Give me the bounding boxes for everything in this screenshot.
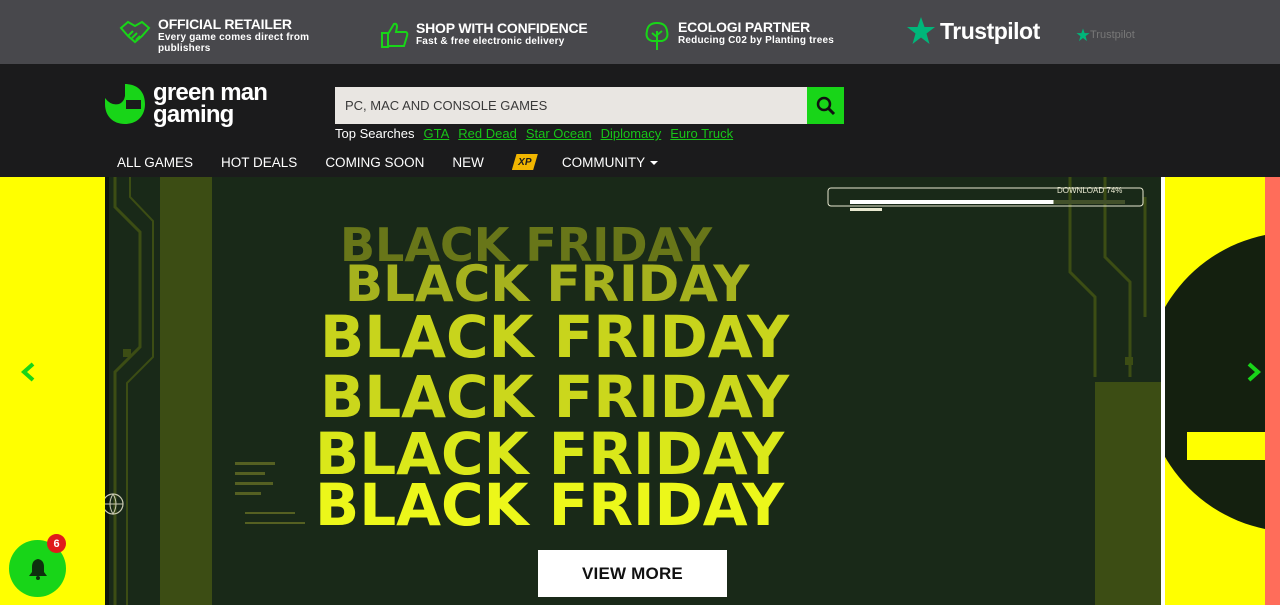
tree-icon bbox=[645, 21, 669, 50]
trustpilot-widget[interactable]: Trustpilot bbox=[1076, 28, 1135, 42]
top-info-bar: OFFICIAL RETAILER Every game comes direc… bbox=[0, 0, 1280, 64]
top-search-link-star-ocean[interactable]: Star Ocean bbox=[526, 126, 592, 141]
view-more-button[interactable]: VIEW MORE bbox=[538, 550, 727, 597]
top-search-link-euro-truck[interactable]: Euro Truck bbox=[670, 126, 733, 141]
trustpilot-logo[interactable]: Trustpilot bbox=[906, 16, 1040, 46]
hero-carousel: BLACK FRIDAY BLACK FRIDAY BLACK FRIDAY B… bbox=[0, 177, 1280, 605]
black-friday-artwork: BLACK FRIDAY BLACK FRIDAY BLACK FRIDAY B… bbox=[105, 177, 1161, 605]
feature-title: OFFICIAL RETAILER bbox=[158, 16, 292, 32]
main-nav: ALL GAMES HOT DEALS COMING SOON NEW XP C… bbox=[117, 154, 686, 170]
star-icon bbox=[907, 17, 935, 44]
headline-line: BLACK FRIDAY bbox=[315, 471, 785, 539]
search-button[interactable] bbox=[807, 87, 844, 124]
nav-coming-soon[interactable]: COMING SOON bbox=[325, 155, 424, 170]
search-input[interactable] bbox=[335, 87, 807, 124]
chevron-right-icon[interactable] bbox=[1242, 361, 1264, 383]
nav-hot-deals[interactable]: HOT DEALS bbox=[221, 155, 297, 170]
nav-all-games[interactable]: ALL GAMES bbox=[117, 155, 193, 170]
download-label: DOWNLOAD 74% bbox=[1057, 186, 1123, 195]
chevron-left-icon[interactable] bbox=[18, 361, 40, 383]
next-slide-artwork bbox=[1145, 232, 1280, 532]
notification-count-badge: 6 bbox=[47, 534, 66, 553]
headline-line: BLACK FRIDAY bbox=[320, 303, 790, 371]
top-searches-label: Top Searches bbox=[335, 126, 415, 141]
feature-official-retailer: OFFICIAL RETAILER Every game comes direc… bbox=[118, 16, 328, 54]
star-icon bbox=[1076, 28, 1090, 42]
trustpilot-small-label: Trustpilot bbox=[1090, 29, 1135, 41]
handshake-icon bbox=[119, 20, 151, 44]
feature-subtitle: Fast & free electronic delivery bbox=[416, 36, 565, 47]
feature-subtitle: Every game comes direct from publishers bbox=[158, 32, 310, 54]
download-progress-fill bbox=[850, 200, 1054, 204]
bell-icon bbox=[28, 558, 47, 580]
green-man-logo-icon bbox=[105, 84, 145, 124]
trustpilot-label: Trustpilot bbox=[940, 17, 1040, 44]
slide-edge bbox=[1265, 177, 1280, 605]
top-search-link-gta[interactable]: GTA bbox=[424, 126, 450, 141]
search-icon bbox=[816, 96, 835, 115]
thumbs-up-icon bbox=[381, 22, 409, 48]
top-searches: Top Searches GTA Red Dead Star Ocean Dip… bbox=[335, 126, 733, 141]
chevron-down-icon bbox=[650, 160, 659, 165]
nav-community[interactable]: COMMUNITY bbox=[561, 154, 659, 170]
feature-subtitle: Reducing C02 by Planting trees bbox=[678, 35, 835, 46]
feature-shop-confidence: SHOP WITH CONFIDENCE Fast & free electro… bbox=[380, 20, 588, 50]
hero-slide-black-friday[interactable]: BLACK FRIDAY BLACK FRIDAY BLACK FRIDAY B… bbox=[105, 177, 1161, 605]
feature-ecologi: ECOLOGI PARTNER Reducing C02 by Planting… bbox=[642, 19, 834, 51]
next-slide-preview[interactable] bbox=[1145, 177, 1280, 605]
site-logo[interactable]: green man gaming bbox=[103, 81, 268, 128]
top-search-link-red-dead[interactable]: Red Dead bbox=[458, 126, 517, 141]
search-bar bbox=[335, 87, 844, 124]
nav-xp-badge[interactable]: XP bbox=[511, 154, 538, 170]
nav-community-label: COMMUNITY bbox=[561, 154, 646, 170]
feature-title: ECOLOGI PARTNER bbox=[678, 19, 811, 35]
site-header: green man gaming Top Searches GTA Red De… bbox=[0, 64, 1280, 177]
nav-new[interactable]: NEW bbox=[452, 155, 484, 170]
logo-line-2: gaming bbox=[153, 101, 234, 128]
feature-title: SHOP WITH CONFIDENCE bbox=[416, 20, 588, 36]
top-search-link-diplomacy[interactable]: Diplomacy bbox=[601, 126, 662, 141]
